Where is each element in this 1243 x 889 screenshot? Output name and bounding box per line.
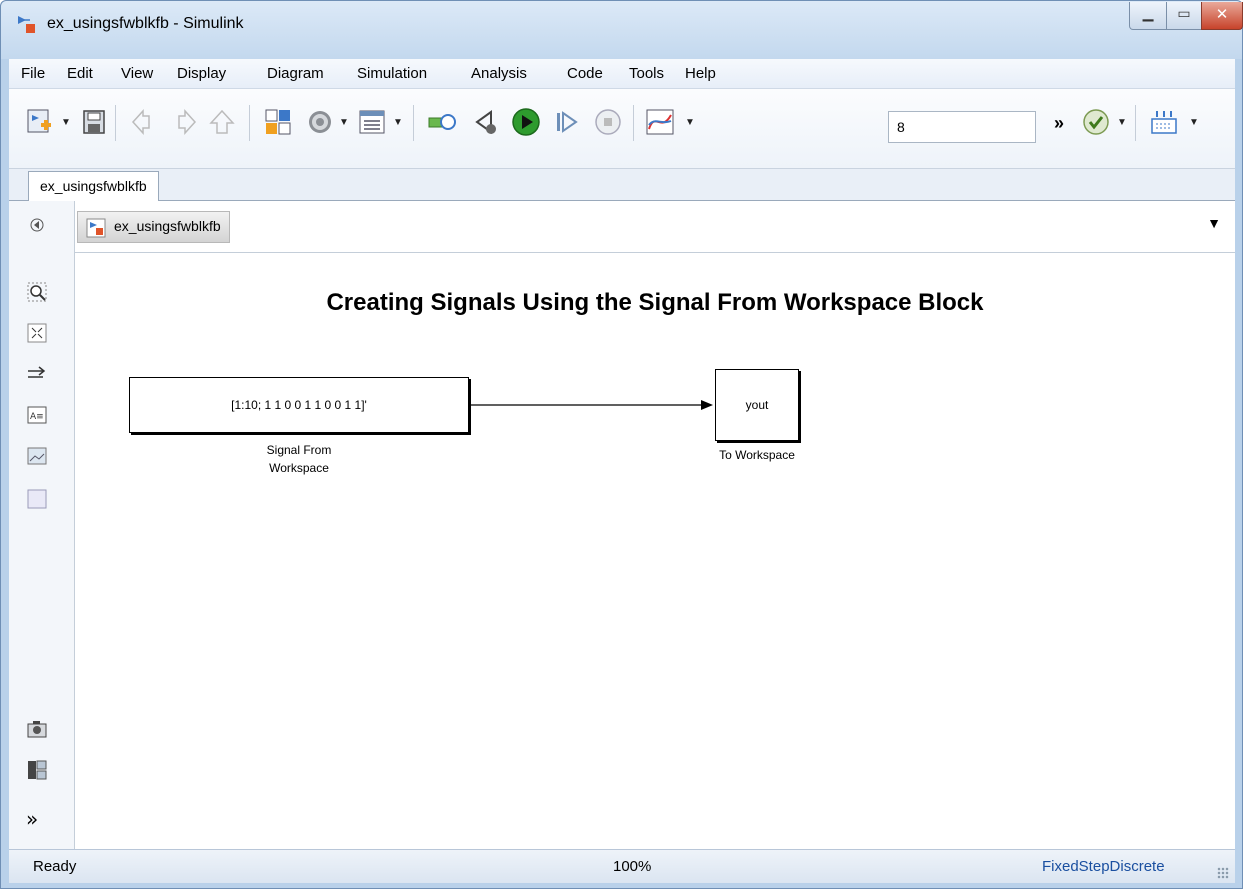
camera-icon[interactable] [26,718,48,740]
address-bar: ex_usingsfwblkfb ▼ [75,201,1235,253]
signal-from-workspace-label-line1: Signal From [266,443,332,457]
simulink-window: ex_usingsfwblkfb - Simulink ▁ ▭ ✕ File E… [0,0,1243,889]
signal-line[interactable] [469,397,715,413]
annotation-icon[interactable]: A≡ [26,404,48,426]
menu-view[interactable]: View [121,65,153,82]
simulation-data-inspector-icon[interactable] [645,107,675,137]
back-arrow-icon[interactable] [129,107,159,137]
toolbar-overflow-button[interactable]: » [1054,113,1064,134]
diagram-canvas[interactable]: Creating Signals Using the Signal From W… [75,253,1235,849]
area-icon[interactable] [26,488,48,510]
to-workspace-block[interactable]: yout [715,369,799,441]
model-browser-icon[interactable] [26,759,48,781]
signal-from-workspace-label: Signal From Workspace [229,441,369,477]
menu-diagram[interactable]: Diagram [267,65,324,82]
status-ready: Ready [33,858,77,875]
new-model-icon[interactable] [25,107,55,137]
toolbar-separator [249,105,250,141]
model-tab-strip: ex_usingsfwblkfb [9,169,1235,202]
stop-time-input[interactable]: 8 [888,111,1036,143]
model-advisor-check-icon[interactable] [1081,107,1111,137]
fit-to-view-icon[interactable] [26,322,48,344]
menu-file[interactable]: File [21,65,45,82]
build-dropdown-icon[interactable]: ▼ [1189,117,1199,128]
breadcrumb-model-name: ex_usingsfwblkfb [114,218,221,234]
menu-bar: File Edit View Display Diagram Simulatio… [9,59,1235,89]
maximize-button[interactable]: ▭ [1166,2,1202,30]
status-bar: Ready 100% FixedStepDiscrete [9,849,1235,883]
address-dropdown-icon[interactable]: ▼ [1207,215,1221,231]
zoom-level: 100% [613,858,652,875]
inspector-dropdown-icon[interactable]: ▼ [685,117,695,128]
library-browser-icon[interactable] [263,107,293,137]
connector-arrows-icon[interactable] [26,363,48,385]
svg-text:A≡: A≡ [30,412,44,422]
title-bar: ex_usingsfwblkfb - Simulink ▁ ▭ ✕ [1,1,1243,59]
menu-display[interactable]: Display [177,65,226,82]
run-icon[interactable] [511,107,541,137]
hide-browser-icon[interactable] [29,217,45,233]
zoom-icon[interactable] [26,281,48,303]
signal-from-workspace-value: [1:10; 1 1 0 0 1 1 0 0 1 1]' [231,398,367,412]
breadcrumb[interactable]: ex_usingsfwblkfb [77,211,230,243]
diagram-title-annotation: Creating Signals Using the Signal From W… [326,289,984,316]
expand-palette-icon[interactable]: » [26,807,48,831]
settings-dropdown-icon[interactable]: ▼ [339,117,349,128]
menu-simulation[interactable]: Simulation [357,65,427,82]
gear-icon[interactable] [305,107,335,137]
toolbar-separator [115,105,116,141]
menu-tools[interactable]: Tools [629,65,664,82]
new-model-dropdown-icon[interactable]: ▼ [61,117,71,128]
simulink-model-icon [86,218,106,238]
menu-code[interactable]: Code [567,65,603,82]
menu-edit[interactable]: Edit [67,65,93,82]
left-palette: A≡ » [9,201,75,849]
explorer-dropdown-icon[interactable]: ▼ [393,117,403,128]
image-icon[interactable] [26,445,48,467]
forward-arrow-icon[interactable] [169,107,199,137]
close-button[interactable]: ✕ [1201,2,1243,30]
window-title: ex_usingsfwblkfb - Simulink [47,15,244,32]
resize-grip-icon[interactable] [1217,867,1229,879]
maximize-icon: ▭ [1177,6,1191,22]
solver-link[interactable]: FixedStepDiscrete [1042,858,1165,875]
toolbar-separator [1135,105,1136,141]
minimize-icon: ▁ [1142,6,1154,22]
advisor-dropdown-icon[interactable]: ▼ [1117,117,1127,128]
up-arrow-icon[interactable] [207,107,237,137]
toolbar-separator [413,105,414,141]
menu-help[interactable]: Help [685,65,716,82]
menu-analysis[interactable]: Analysis [471,65,527,82]
step-back-icon[interactable] [471,107,501,137]
tab-ex-usingsfwblkfb[interactable]: ex_usingsfwblkfb [28,171,159,202]
to-workspace-label: To Workspace [719,448,795,462]
update-diagram-icon[interactable] [427,107,457,137]
minimize-button[interactable]: ▁ [1129,2,1167,30]
model-explorer-icon[interactable] [357,107,387,137]
stop-icon[interactable] [593,107,623,137]
signal-arrowhead-icon [701,400,713,410]
step-forward-icon[interactable] [551,107,581,137]
close-icon: ✕ [1215,5,1229,23]
toolbar: ▼ ▼ ▼ ▼ 8 » ▼ ▼ [9,89,1235,169]
to-workspace-value: yout [745,398,769,412]
signal-from-workspace-block[interactable]: [1:10; 1 1 0 0 1 1 0 0 1 1]' [129,377,469,433]
toolbar-separator [633,105,634,141]
simulink-model-icon [18,16,35,33]
build-icon[interactable] [1149,107,1179,137]
signal-from-workspace-label-line2: Workspace [269,461,329,475]
save-icon[interactable] [79,107,109,137]
